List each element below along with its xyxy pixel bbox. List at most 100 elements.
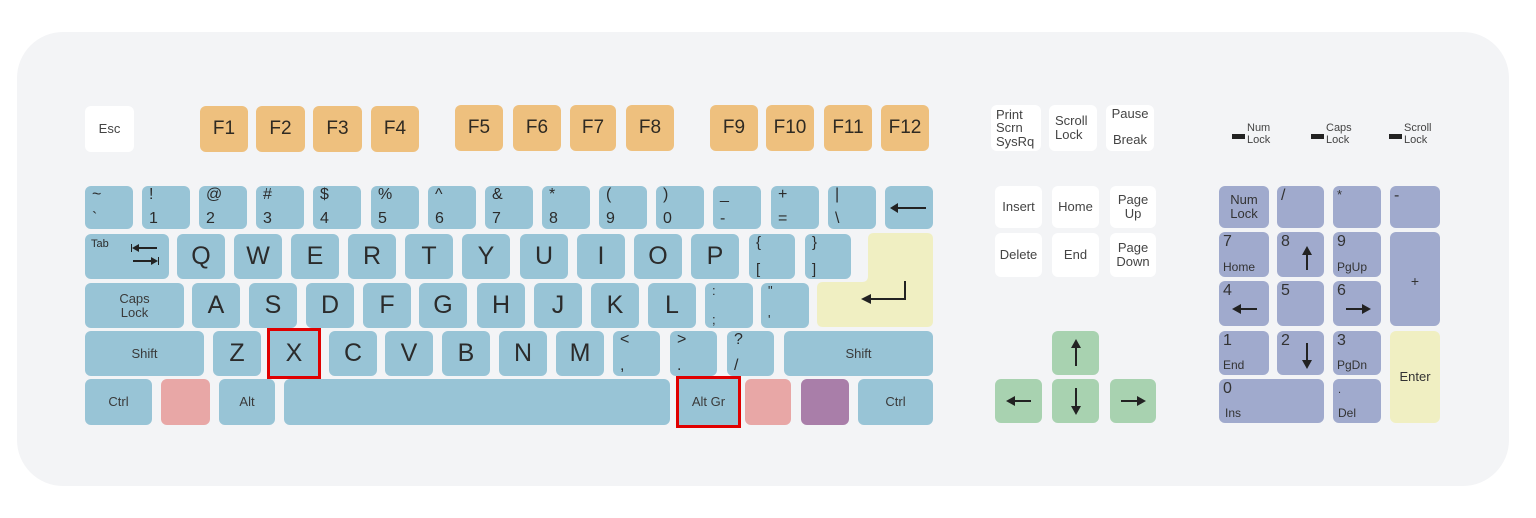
key-bracket[interactable]: {[ xyxy=(749,234,795,279)
key-f12[interactable]: F12 xyxy=(881,105,929,151)
key-letter-g[interactable]: G xyxy=(419,283,467,328)
key-number-row[interactable]: ^ 6 xyxy=(428,186,476,229)
key-num-minus[interactable]: - xyxy=(1390,186,1440,228)
key-letter-v[interactable]: V xyxy=(385,331,433,376)
key-letter-s[interactable]: S xyxy=(249,283,297,328)
key-number-row[interactable]: * 8 xyxy=(542,186,590,229)
key-letter-m[interactable]: M xyxy=(556,331,604,376)
key-number-row[interactable]: | \ xyxy=(828,186,876,229)
key-tab[interactable]: Tab xyxy=(85,234,169,279)
key-number-row[interactable]: (9 xyxy=(599,186,647,229)
key-letter-k[interactable]: K xyxy=(591,283,639,328)
key-f5[interactable]: F5 xyxy=(455,105,503,151)
key-letter-n[interactable]: N xyxy=(499,331,547,376)
key-f2[interactable]: F2 xyxy=(256,106,305,152)
key-shift-right[interactable]: Shift xyxy=(784,331,933,376)
key-punct[interactable]: <, xyxy=(613,331,660,376)
key-num-3[interactable]: 3 PgDn xyxy=(1333,331,1381,375)
key-shift-left[interactable]: Shift xyxy=(85,331,204,376)
key-f7[interactable]: F7 xyxy=(570,105,616,151)
key-letter-r[interactable]: R xyxy=(348,234,396,279)
key-letter-o[interactable]: O xyxy=(634,234,682,279)
key-letter-w[interactable]: W xyxy=(234,234,282,279)
key-ctrl-left[interactable]: Ctrl xyxy=(85,379,152,425)
key-home[interactable]: Home xyxy=(1052,186,1099,228)
key-num-9[interactable]: 9 PgUp xyxy=(1333,232,1381,277)
key-f9[interactable]: F9 xyxy=(710,105,758,151)
key-num-6[interactable]: 6 xyxy=(1333,281,1381,326)
key-alt-gr[interactable]: Alt Gr xyxy=(676,376,741,428)
key-number-row[interactable]: $4 xyxy=(313,186,361,229)
key-letter-l[interactable]: L xyxy=(648,283,696,328)
key-punct[interactable]: >. xyxy=(670,331,717,376)
key-letter-x[interactable]: X xyxy=(267,328,321,379)
key-print-screen[interactable]: Print Scrn SysRq xyxy=(991,105,1041,151)
key-arrow-up[interactable] xyxy=(1052,331,1099,375)
key-f4[interactable]: F4 xyxy=(371,106,419,152)
key-insert[interactable]: Insert xyxy=(995,186,1042,228)
key-letter-d[interactable]: D xyxy=(306,283,354,328)
key-number-row[interactable]: @2 xyxy=(199,186,247,229)
key-letter-i[interactable]: I xyxy=(577,234,625,279)
key-space[interactable] xyxy=(284,379,670,425)
key-letter-f[interactable]: F xyxy=(363,283,411,328)
key-letter-e[interactable]: E xyxy=(291,234,339,279)
key-num-8[interactable]: 8 xyxy=(1277,232,1324,277)
key-num-5[interactable]: 5 xyxy=(1277,281,1324,326)
key-page-up[interactable]: Page Up xyxy=(1110,186,1156,228)
key-f8[interactable]: F8 xyxy=(626,105,674,151)
key-letter-h[interactable]: H xyxy=(477,283,525,328)
key-delete[interactable]: Delete xyxy=(995,233,1042,277)
key-scroll-lock[interactable]: Scroll Lock xyxy=(1049,105,1097,151)
key-arrow-left[interactable] xyxy=(995,379,1042,423)
key-page-down[interactable]: Page Down xyxy=(1110,233,1156,277)
key-pause-break[interactable]: Pause Break xyxy=(1106,105,1154,151)
key-end[interactable]: End xyxy=(1052,233,1099,277)
key-alt[interactable]: Alt xyxy=(219,379,275,425)
key-windows-right[interactable] xyxy=(745,379,791,425)
key-letter-u[interactable]: U xyxy=(520,234,568,279)
key-number-row[interactable]: + = xyxy=(771,186,819,229)
key-arrow-right[interactable] xyxy=(1110,379,1156,423)
key-f11[interactable]: F11 xyxy=(824,105,872,151)
key-num-multiply[interactable]: * xyxy=(1333,186,1381,228)
key-esc[interactable]: Esc xyxy=(85,106,134,152)
key-num-decimal[interactable]: . Del xyxy=(1333,379,1381,423)
key-number-row[interactable]: _ - xyxy=(713,186,761,229)
key-menu[interactable] xyxy=(801,379,849,425)
key-letter-b[interactable]: B xyxy=(442,331,490,376)
key-num-1[interactable]: 1 End xyxy=(1219,331,1269,375)
key-f1[interactable]: F1 xyxy=(200,106,248,152)
key-letter-y[interactable]: Y xyxy=(462,234,510,279)
key-punct[interactable]: ? / xyxy=(727,331,774,376)
key-ctrl-right[interactable]: Ctrl xyxy=(858,379,933,425)
key-punct[interactable]: :; xyxy=(705,283,753,328)
key-letter-q[interactable]: Q xyxy=(177,234,225,279)
key-f10[interactable]: F10 xyxy=(766,105,814,151)
key-num-enter[interactable]: Enter xyxy=(1390,331,1440,423)
key-num-4[interactable]: 4 xyxy=(1219,281,1269,326)
key-caps-lock[interactable]: Caps Lock xyxy=(85,283,184,328)
key-letter-p[interactable]: P xyxy=(691,234,739,279)
key-number-row[interactable]: ! 1 xyxy=(142,186,190,229)
key-num-7[interactable]: 7 Home xyxy=(1219,232,1269,277)
key-punct[interactable]: " ' xyxy=(761,283,809,328)
key-number-row[interactable]: & 7 xyxy=(485,186,533,229)
key-num-plus[interactable]: + xyxy=(1390,232,1440,326)
key-num-0[interactable]: 0 Ins xyxy=(1219,379,1324,423)
key-letter-j[interactable]: J xyxy=(534,283,582,328)
key-f6[interactable]: F6 xyxy=(513,105,561,151)
key-letter-z[interactable]: Z xyxy=(213,331,261,376)
key-number-row[interactable]: ) 0 xyxy=(656,186,704,229)
key-backspace[interactable] xyxy=(885,186,933,229)
key-windows-left[interactable] xyxy=(161,379,210,425)
key-num-divide[interactable]: / xyxy=(1277,186,1324,228)
key-f3[interactable]: F3 xyxy=(313,106,362,152)
key-num-lock[interactable]: Num Lock xyxy=(1219,186,1269,228)
key-arrow-down[interactable] xyxy=(1052,379,1099,423)
key-enter[interactable] xyxy=(817,233,934,328)
key-number-row[interactable]: ~ ` xyxy=(85,186,133,229)
key-number-row[interactable]: % 5 xyxy=(371,186,419,229)
key-letter-a[interactable]: A xyxy=(192,283,240,328)
key-letter-t[interactable]: T xyxy=(405,234,453,279)
